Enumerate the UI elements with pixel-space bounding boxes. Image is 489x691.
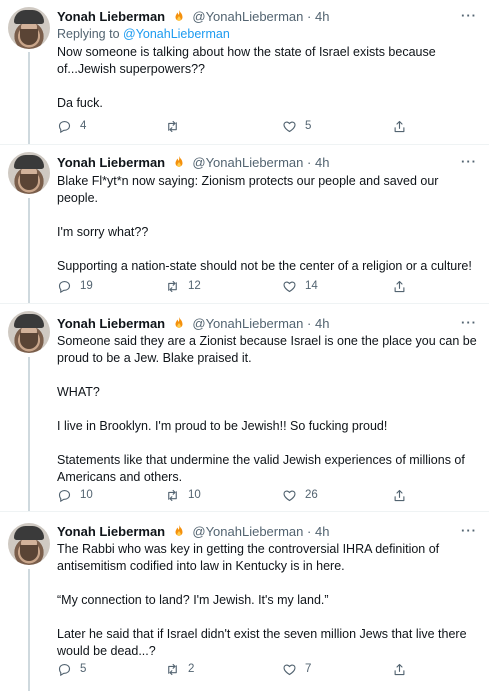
reply-count: 10: [80, 489, 93, 501]
more-icon[interactable]: ···: [461, 8, 477, 23]
author-handle[interactable]: @YonahLieberman: [192, 524, 303, 539]
reply-button[interactable]: 5: [57, 661, 90, 677]
retweet-button[interactable]: [165, 118, 198, 134]
reply-count: 5: [80, 663, 87, 675]
reply-button[interactable]: 4: [57, 118, 90, 134]
retweet-count: 2: [188, 663, 195, 675]
reply-icon: [58, 280, 71, 293]
reply-count: 4: [80, 120, 87, 132]
retweet-button[interactable]: 12: [165, 278, 201, 294]
retweet-count: 10: [188, 489, 201, 501]
retweet-icon: [168, 489, 177, 501]
heart-icon: [283, 489, 296, 501]
avatar[interactable]: [8, 7, 50, 49]
tweet[interactable]: Yonah Lieberman @YonahLieberman · 4h ···…: [0, 511, 489, 691]
share-button[interactable]: [392, 118, 415, 134]
avatar[interactable]: [8, 523, 50, 565]
like-count: 5: [305, 120, 312, 132]
retweet-button[interactable]: 10: [165, 487, 201, 503]
reply-count: 19: [80, 280, 93, 292]
like-count: 26: [305, 489, 318, 501]
heart-icon: [283, 663, 296, 675]
more-icon[interactable]: ···: [461, 154, 477, 169]
replying-to-link[interactable]: @YonahLieberman: [123, 27, 230, 41]
retweet-icon: [168, 663, 177, 675]
share-icon: [394, 280, 405, 292]
author-handle[interactable]: @YonahLieberman: [192, 155, 303, 170]
fire-emoji-icon: [175, 9, 183, 21]
reply-icon: [58, 489, 71, 502]
thread-line: [28, 52, 30, 144]
author-name[interactable]: Yonah Lieberman: [57, 316, 165, 331]
reply-icon: [58, 663, 71, 676]
share-button[interactable]: [392, 487, 415, 503]
tweet-header: Yonah Lieberman @YonahLieberman · 4h: [57, 154, 329, 171]
fire-emoji-icon: [175, 316, 183, 328]
replying-to: Replying to @YonahLieberman: [57, 27, 230, 41]
tweet[interactable]: Yonah Lieberman @YonahLieberman · 4h ···…: [0, 303, 489, 512]
timestamp[interactable]: · 4h: [307, 9, 329, 24]
tweet-text: Someone said they are a Zionist because …: [57, 334, 477, 484]
tweet[interactable]: Yonah Lieberman @YonahLieberman · 4h ···…: [0, 144, 489, 304]
tweet-actions: 19 12 14: [57, 278, 417, 294]
tweet-header: Yonah Lieberman @YonahLieberman · 4h: [57, 8, 329, 25]
thread-line: [28, 569, 30, 691]
tweet-text: The Rabbi who was key in getting the con…: [57, 542, 467, 658]
like-button[interactable]: 7: [282, 661, 315, 677]
author-handle[interactable]: @YonahLieberman: [192, 316, 303, 331]
author-handle[interactable]: @YonahLieberman: [192, 9, 303, 24]
more-icon[interactable]: ···: [461, 315, 477, 330]
tweet-header: Yonah Lieberman @YonahLieberman · 4h: [57, 315, 329, 332]
share-button[interactable]: [392, 278, 415, 294]
more-icon[interactable]: ···: [461, 523, 477, 538]
share-icon: [394, 120, 405, 132]
like-count: 14: [305, 280, 318, 292]
tweet-text: Now someone is talking about how the sta…: [57, 45, 436, 110]
fire-emoji-icon: [175, 524, 183, 536]
tweet-actions: 5 2 7: [57, 661, 417, 677]
timestamp[interactable]: · 4h: [307, 524, 329, 539]
heart-icon: [283, 120, 296, 132]
share-icon: [394, 663, 405, 675]
avatar[interactable]: [8, 152, 50, 194]
thread-line: [28, 198, 30, 303]
share-icon: [394, 489, 405, 501]
avatar[interactable]: [8, 311, 50, 353]
reply-icon: [58, 120, 71, 133]
tweet-actions: 4 5: [57, 118, 417, 134]
retweet-icon: [168, 120, 177, 132]
like-button[interactable]: 5: [282, 118, 315, 134]
replying-prefix: Replying to: [57, 27, 124, 41]
like-button[interactable]: 26: [282, 487, 318, 503]
author-name[interactable]: Yonah Lieberman: [57, 9, 165, 24]
reply-button[interactable]: 10: [57, 487, 93, 503]
retweet-count: 12: [188, 280, 201, 292]
retweet-button[interactable]: 2: [165, 661, 198, 677]
thread-line: [28, 357, 30, 511]
reply-button[interactable]: 19: [57, 278, 93, 294]
timestamp[interactable]: · 4h: [307, 316, 329, 331]
timestamp[interactable]: · 4h: [307, 155, 329, 170]
tweet[interactable]: Yonah Lieberman @YonahLieberman · 4h ···…: [0, 0, 489, 145]
author-name[interactable]: Yonah Lieberman: [57, 155, 165, 170]
like-count: 7: [305, 663, 312, 675]
tweet-header: Yonah Lieberman @YonahLieberman · 4h: [57, 523, 329, 540]
heart-icon: [283, 280, 296, 292]
share-button[interactable]: [392, 661, 415, 677]
retweet-icon: [168, 280, 177, 292]
fire-emoji-icon: [175, 155, 183, 167]
like-button[interactable]: 14: [282, 278, 318, 294]
tweet-text: Blake Fl*yt*n now saying: Zionism protec…: [57, 174, 472, 273]
tweet-actions: 10 10 26: [57, 487, 417, 503]
author-name[interactable]: Yonah Lieberman: [57, 524, 165, 539]
